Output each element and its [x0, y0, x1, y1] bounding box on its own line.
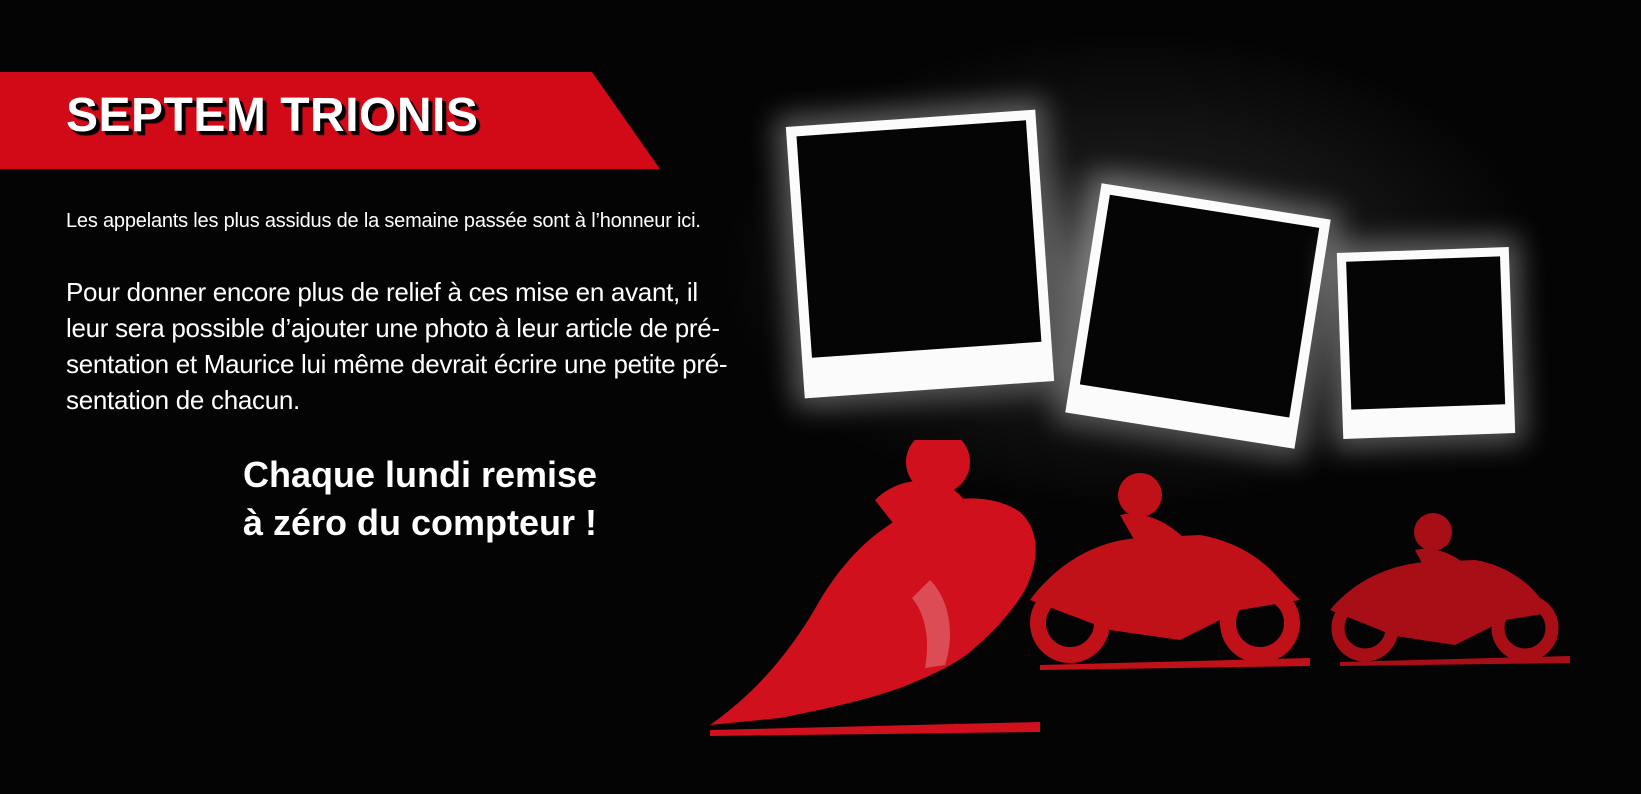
empty-photo: [1079, 194, 1320, 418]
description-line: sentation et Maurice lui même devrait éc…: [66, 349, 728, 379]
empty-photo: [1346, 256, 1506, 410]
description-line: sentation de chacun.: [66, 385, 300, 415]
callout-line: à zéro du compteur !: [242, 502, 598, 543]
photo-frame-1: [785, 109, 1055, 399]
description-line: Pour donner encore plus de relief à ces …: [66, 277, 698, 307]
photo-frame-3: [1336, 247, 1516, 439]
reset-callout: Chaque lundi remise à zéro du compteur !: [190, 451, 650, 547]
intro-text: Les appelants les plus assidus de la sem…: [66, 210, 701, 232]
motorcycle-rider-icon: [710, 440, 1040, 736]
callout-line: Chaque lundi remise: [242, 454, 598, 495]
description-paragraph: Pour donner encore plus de relief à ces …: [66, 274, 786, 418]
motorcycle-rider-icon: [1030, 473, 1310, 670]
description-line: leur sera possible d’ajouter une photo à…: [66, 313, 720, 343]
photo-frame-2: [1065, 183, 1331, 449]
page-title: SEPTEM TRIONIS: [66, 89, 479, 142]
motorcycle-rider-icon: [1330, 513, 1570, 666]
empty-photo: [796, 120, 1042, 358]
motorcycle-illustration: [710, 440, 1570, 736]
